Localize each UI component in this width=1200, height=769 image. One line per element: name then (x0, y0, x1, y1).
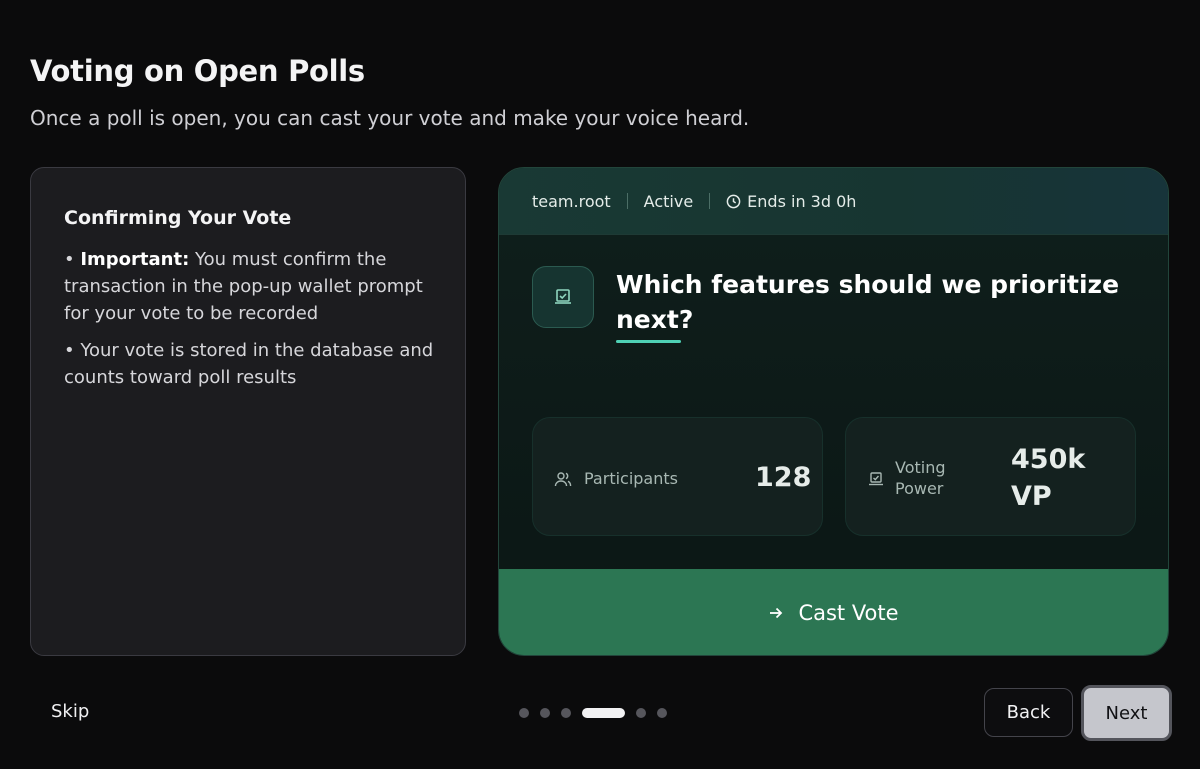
step-dot[interactable] (519, 707, 529, 718)
page-subtitle: Once a poll is open, you can cast your v… (30, 106, 750, 130)
arrow-right-icon (770, 607, 783, 619)
poll-question: Which features should we prioritize next… (616, 270, 1120, 334)
info-item: • Important: You must confirm the transa… (64, 246, 444, 327)
info-item-text: Your vote is stored in the database and … (64, 340, 434, 388)
step-indicator (519, 707, 678, 718)
page-title: Voting on Open Polls (30, 54, 365, 88)
participants-label: Participants (584, 469, 678, 488)
next-button[interactable]: Next (1081, 685, 1172, 741)
info-item-emphasis: Important: (80, 249, 190, 270)
participants-value: 128 (755, 462, 812, 493)
poll-ends: Ends in 3d 0h (747, 191, 857, 211)
onboarding-modal: Voting on Open Polls Once a poll is open… (0, 0, 1200, 769)
users-icon (554, 472, 572, 487)
info-heading: Confirming Your Vote (64, 207, 292, 229)
voting-power-label: Voting Power (895, 458, 946, 498)
bullet: • (64, 340, 81, 361)
poll-preview-card: team.root Active Ends in 3d 0h Which fea… (498, 167, 1169, 656)
step-dot[interactable] (540, 707, 550, 718)
clock-icon (726, 194, 741, 208)
voting-power-value: 450k VP (1011, 444, 1086, 512)
question-underline (616, 340, 681, 343)
info-panel: Confirming Your Vote • Important: You mu… (30, 167, 466, 656)
step-dot-active[interactable] (582, 707, 625, 718)
ballot-icon (532, 266, 594, 328)
poll-team: team.root (532, 191, 611, 211)
voting-power-stat: Voting Power 450k VP (845, 417, 1136, 536)
info-list: • Important: You must confirm the transa… (64, 246, 444, 401)
bullet: • (64, 249, 81, 270)
ballot-small-icon (869, 472, 883, 486)
step-dot[interactable] (561, 707, 571, 718)
cast-vote-button[interactable]: Cast Vote (499, 569, 1168, 655)
step-dot[interactable] (636, 707, 646, 718)
participants-stat: Participants 128 (532, 417, 823, 536)
cast-vote-label: Cast Vote (798, 601, 899, 625)
divider (626, 193, 628, 209)
info-item: • Your vote is stored in the database an… (64, 337, 444, 391)
skip-button[interactable]: Skip (51, 701, 89, 722)
step-dot[interactable] (657, 707, 667, 718)
poll-header: team.root Active Ends in 3d 0h (499, 168, 1168, 235)
divider (709, 193, 711, 209)
back-button[interactable]: Back (984, 688, 1073, 737)
poll-status: Active (643, 191, 694, 211)
